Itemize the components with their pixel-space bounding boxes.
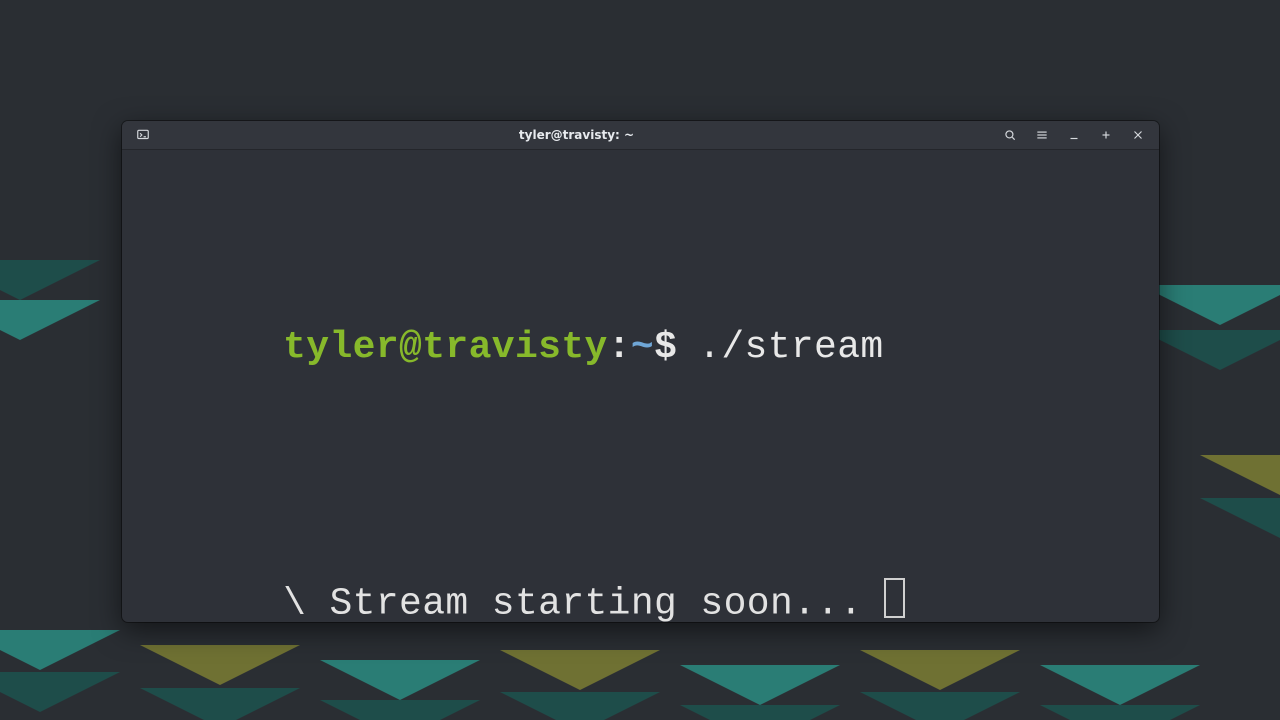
prompt-dollar: $ [654, 326, 677, 369]
prompt-path: ~ [631, 326, 654, 369]
output-text: \ Stream starting soon... [283, 583, 863, 622]
window-title: tyler@travisty: ~ [158, 128, 995, 142]
prompt-line: tyler@travisty:~$ ./stream [144, 271, 1137, 425]
prompt-user-host: tyler@travisty [283, 326, 608, 369]
window-close-button[interactable] [1123, 121, 1153, 149]
window-titlebar: tyler@travisty: ~ [122, 121, 1159, 150]
window-minimize-button[interactable] [1059, 121, 1089, 149]
terminal-window: tyler@travisty: ~ tyler@travisty:~$ ./str… [122, 121, 1159, 622]
command-text: ./stream [698, 326, 883, 369]
hamburger-menu-icon[interactable] [1027, 121, 1057, 149]
terminal-cursor [884, 578, 905, 618]
output-line: \ Stream starting soon... [144, 527, 1137, 622]
prompt-separator: : [608, 326, 631, 369]
terminal-app-icon [128, 121, 158, 149]
search-icon[interactable] [995, 121, 1025, 149]
new-tab-button[interactable] [1091, 121, 1121, 149]
terminal-body[interactable]: tyler@travisty:~$ ./stream \ Stream start… [122, 150, 1159, 622]
